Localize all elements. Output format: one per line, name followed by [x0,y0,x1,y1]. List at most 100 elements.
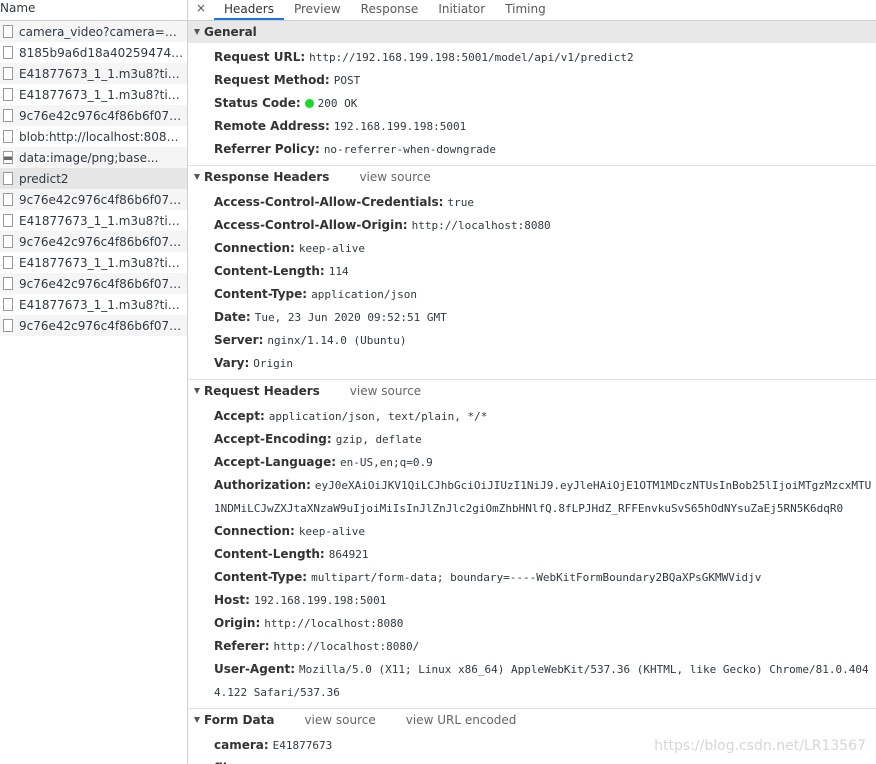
request-list-item[interactable]: E41877673_1_1.m3u8?ticke... [0,63,187,84]
tab-response[interactable]: Response [351,1,429,20]
header-name: Connection: [214,241,295,255]
header-name: Remote Address: [214,119,330,133]
status-ok-icon [304,99,314,108]
header-name: Host: [214,593,250,607]
request-list-item[interactable]: E41877673_1_1.m3u8?ticke... [0,84,187,105]
file-icon [3,319,13,332]
file-icon [3,193,13,206]
general-section: General Request URL: http://192.168.199.1… [188,21,876,166]
triangle-down-icon [194,717,200,723]
request-list-item[interactable]: E41877673_1_1.m3u8?ticke... [0,210,187,231]
request-list-item[interactable]: 9c76e42c976c4f86b6f07fb... [0,105,187,126]
request-name: 9c76e42c976c4f86b6f07fb... [19,234,184,249]
tab-list: Headers Preview Response Initiator Timing [214,1,556,20]
request-name: E41877673_1_1.m3u8?ticke... [19,213,184,228]
header-value: http://localhost:8080/ [273,640,420,653]
header-value: application/json [311,288,418,301]
header-value: 192.168.199.198:5001 [333,120,467,133]
header-name: Accept-Language: [214,455,337,469]
header-value: Mozilla/5.0 (X11; Linux x86_64) AppleWeb… [214,663,869,699]
header-value: application/json, text/plain, */* [268,410,488,423]
header-value: Origin [253,357,294,370]
file-icon [3,172,13,185]
request-name: 9c76e42c976c4f86b6f07fb... [19,108,184,123]
request-list-item[interactable]: 9c76e42c976c4f86b6f07fb... [0,231,187,252]
header-value: Tue, 23 Jun 2020 09:52:51 GMT [254,311,447,324]
form-view-url-encoded-link[interactable]: view URL encoded [406,709,517,731]
request-name: 9c76e42c976c4f86b6f07fb... [19,318,184,333]
header-value: 114 [328,265,349,278]
request-list-panel: Name camera_video?camera=E41... 8185b9a6d… [0,0,188,764]
header-value: keep-alive [298,525,366,538]
request-view-source-link[interactable]: view source [350,380,421,402]
request-list-item[interactable]: 9c76e42c976c4f86b6f07fb... [0,315,187,336]
tab-initiator[interactable]: Initiator [428,1,495,20]
header-row: Date: Tue, 23 Jun 2020 09:52:51 GMT [188,306,876,329]
header-row: Content-Type: application/json [188,283,876,306]
header-row: Access-Control-Allow-Origin: http://local… [188,214,876,237]
header-value: http://localhost:8080 [411,219,551,232]
header-row: file:(binary) [188,757,876,764]
request-name: predict2 [19,171,69,186]
request-list-item[interactable]: 8185b9a6d18a40259474fc... [0,42,187,63]
header-name: Referrer Policy: [214,142,320,156]
header-name: Connection: [214,524,295,538]
header-name: Access-Control-Allow-Credentials: [214,195,444,209]
file-icon [3,214,13,227]
header-row: Connection: keep-alive [188,237,876,260]
request-list-item[interactable]: camera_video?camera=E41... [0,21,187,42]
request-name: data:image/png;base... [19,150,159,165]
request-list-item[interactable]: 9c76e42c976c4f86b6f07fb... [0,273,187,294]
header-row: Content-Type: multipart/form-data; bounda… [188,566,876,589]
header-row: Status Code: 200 OK [188,92,876,115]
request-headers-title: Request Headers [204,384,320,398]
response-headers-section-header[interactable]: Response Headers view source [188,166,876,188]
file-icon [3,256,13,269]
file-icon [3,46,13,59]
header-name: Origin: [214,616,261,630]
file-icon [3,67,13,80]
header-row: Accept-Language: en-US,en;q=0.9 [188,451,876,474]
request-list-item[interactable]: predict2 [0,168,187,189]
header-row: Content-Length: 864921 [188,543,876,566]
form-data-section-header[interactable]: Form Data view source view URL encoded [188,709,876,731]
form-view-source-link[interactable]: view source [304,709,375,731]
watermark: https://blog.csdn.net/LR13567 [654,738,866,754]
response-headers-section: Response Headers view source Access-Cont… [188,166,876,380]
general-section-header[interactable]: General [188,21,876,43]
request-name: E41877673_1_1.m3u8?ticke... [19,297,184,312]
file-icon [3,277,13,290]
request-headers-section: Request Headers view source Accept: appli… [188,380,876,709]
header-name: Referer: [214,639,270,653]
header-row: Referrer Policy: no-referrer-when-downgra… [188,138,876,161]
request-list-item[interactable]: blob:http://localhost:8080/... [0,126,187,147]
close-icon[interactable]: × [188,0,214,20]
tab-timing[interactable]: Timing [495,1,556,20]
tab-preview[interactable]: Preview [284,1,351,20]
header-row: Authorization: eyJ0eXAiOiJKV1QiLCJhbGciOi… [188,474,876,520]
response-view-source-link[interactable]: view source [359,166,430,188]
file-icon [3,88,13,101]
request-list-item[interactable]: 9c76e42c976c4f86b6f07fb... [0,189,187,210]
header-name: Content-Type: [214,287,308,301]
header-name: Request URL: [214,50,306,64]
header-value: E41877673 [272,739,333,752]
header-value: http://192.168.199.198:5001/model/api/v1… [309,51,634,64]
request-headers-rows: Accept: application/json, text/plain, */*… [188,402,876,708]
request-details-panel: × Headers Preview Response Initiator Timing … [188,0,876,764]
request-list-item[interactable]: E41877673_1_1.m3u8?ticke... [0,252,187,273]
header-value: multipart/form-data; boundary=----WebKit… [311,571,762,584]
header-value: en-US,en;q=0.9 [340,456,433,469]
request-headers-section-header[interactable]: Request Headers view source [188,380,876,402]
header-name: Content-Type: [214,570,308,584]
request-list-item[interactable]: E41877673_1_1.m3u8?ticke... [0,294,187,315]
header-name: User-Agent: [214,662,296,676]
request-list-item[interactable]: data:image/png;base... [0,147,187,168]
name-column-header[interactable]: Name [0,0,187,21]
header-value: 864921 [328,548,369,561]
header-name: Accept: [214,409,265,423]
form-data-section: Form Data view source view URL encoded c… [188,709,876,764]
triangle-down-icon [194,174,200,180]
tab-headers[interactable]: Headers [214,1,284,20]
response-headers-rows: Access-Control-Allow-Credentials: true Acc… [188,188,876,379]
